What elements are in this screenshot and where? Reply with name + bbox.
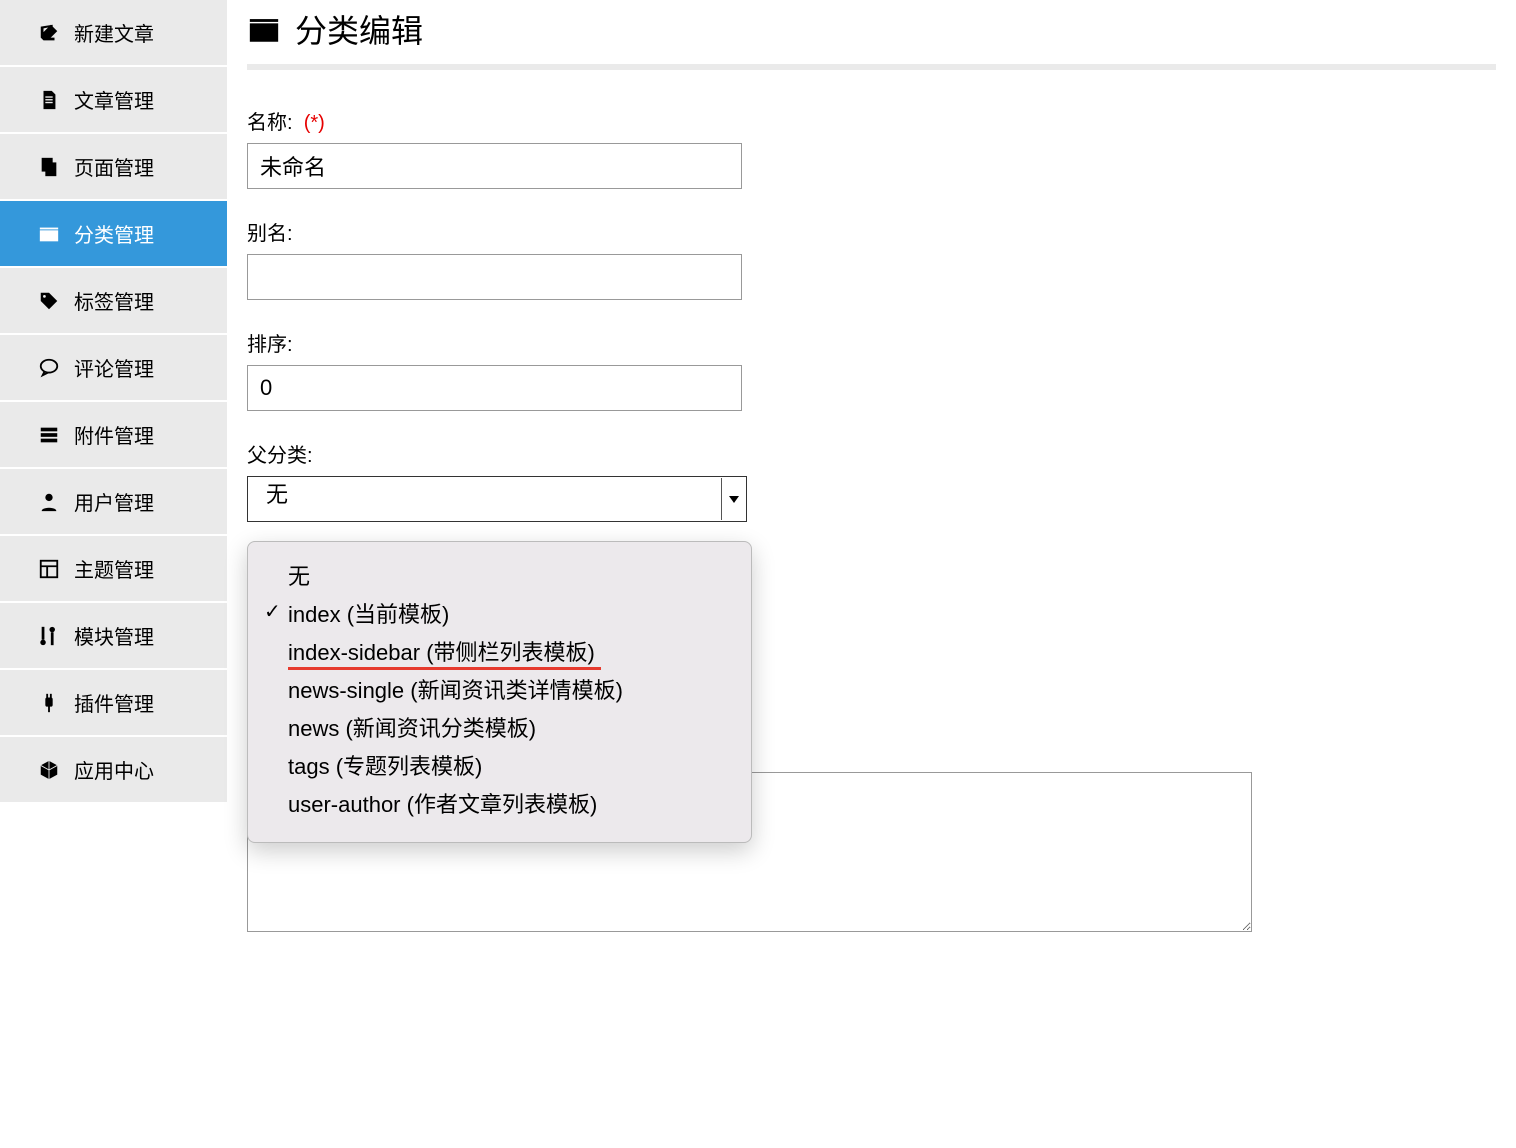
dropdown-option-label: index (当前模板): [288, 602, 449, 627]
dropdown-option[interactable]: tags (专题列表模板): [248, 746, 751, 784]
sidebar-item-themes[interactable]: 主题管理: [0, 536, 227, 603]
copy-icon: [38, 156, 60, 178]
parent-select[interactable]: 无: [247, 476, 747, 522]
page-header: 分类编辑: [247, 6, 1496, 52]
key-icon: [38, 625, 60, 647]
tag-icon: [38, 290, 60, 312]
header-divider: [247, 64, 1496, 70]
field-parent-row: 父分类: 无: [247, 439, 1496, 522]
sidebar-item-plugins[interactable]: 插件管理: [0, 670, 227, 737]
main-content: 分类编辑 名称: (*) 别名: 排序: 父分类: 无: [227, 0, 1516, 957]
dropdown-option-label: index-sidebar (带侧栏列表模板): [288, 640, 595, 665]
doc-icon: [38, 89, 60, 111]
sidebar-item-label: 插件管理: [74, 688, 154, 717]
sidebar-item-label: 评论管理: [74, 353, 154, 382]
sidebar-item-label: 分类管理: [74, 219, 154, 248]
sidebar-item-new-post[interactable]: 新建文章: [0, 0, 227, 67]
name-input[interactable]: [247, 143, 742, 189]
sidebar-item-label: 用户管理: [74, 487, 154, 516]
dropdown-option[interactable]: 无: [248, 556, 751, 594]
sidebar-item-attachments[interactable]: 附件管理: [0, 402, 227, 469]
sort-input[interactable]: [247, 365, 742, 411]
sidebar-item-label: 主题管理: [74, 554, 154, 583]
sidebar-item-modules[interactable]: 模块管理: [0, 603, 227, 670]
page-title: 分类编辑: [295, 6, 423, 52]
dropdown-option-label: news (新闻资讯分类模板): [288, 716, 536, 741]
alias-input[interactable]: [247, 254, 742, 300]
sidebar-item-categories[interactable]: 分类管理: [0, 201, 227, 268]
server-icon: [38, 424, 60, 446]
dropdown-option[interactable]: user-author (作者文章列表模板): [248, 784, 751, 822]
comment-icon: [38, 357, 60, 379]
user-icon: [38, 491, 60, 513]
sidebar-item-comments[interactable]: 评论管理: [0, 335, 227, 402]
sidebar-item-label: 模块管理: [74, 621, 154, 650]
dropdown-option-label: news-single (新闻资讯类详情模板): [288, 678, 623, 703]
parent-label: 父分类:: [247, 439, 1496, 468]
sidebar-item-label: 标签管理: [74, 286, 154, 315]
alias-label: 别名:: [247, 217, 1496, 246]
required-mark: (*): [304, 112, 325, 134]
dropdown-option[interactable]: news (新闻资讯分类模板): [248, 708, 751, 746]
edit-icon: [38, 22, 60, 44]
sidebar-item-label: 附件管理: [74, 420, 154, 449]
sidebar-item-posts[interactable]: 文章管理: [0, 67, 227, 134]
sidebar-item-tags[interactable]: 标签管理: [0, 268, 227, 335]
check-icon: ✓: [264, 599, 281, 624]
sidebar-item-pages[interactable]: 页面管理: [0, 134, 227, 201]
sort-label: 排序:: [247, 328, 1496, 357]
sidebar: 新建文章文章管理页面管理分类管理标签管理评论管理附件管理用户管理主题管理模块管理…: [0, 0, 227, 957]
field-name-row: 名称: (*): [247, 106, 1496, 189]
dropdown-option[interactable]: ✓ index (当前模板): [248, 594, 751, 632]
dropdown-option-label: 无: [288, 564, 310, 589]
sidebar-item-label: 文章管理: [74, 85, 154, 114]
name-label: 名称: (*): [247, 106, 1496, 135]
dropdown-option[interactable]: news-single (新闻资讯类详情模板): [248, 670, 751, 708]
folder-icon: [38, 223, 60, 245]
layout-icon: [38, 558, 60, 580]
folder-icon: [247, 12, 281, 46]
field-alias-row: 别名:: [247, 217, 1496, 300]
sidebar-item-label: 新建文章: [74, 18, 154, 47]
dropdown-option-label: user-author (作者文章列表模板): [288, 792, 597, 817]
cube-icon: [38, 759, 60, 781]
plug-icon: [38, 692, 60, 714]
dropdown-option[interactable]: index-sidebar (带侧栏列表模板): [248, 632, 751, 670]
sidebar-item-label: 页面管理: [74, 152, 154, 181]
sidebar-item-label: 应用中心: [74, 755, 154, 784]
sidebar-item-apps[interactable]: 应用中心: [0, 737, 227, 804]
template-dropdown: 无 ✓ index (当前模板) index-sidebar (带侧栏列表模板) new…: [247, 541, 752, 843]
dropdown-option-label: tags (专题列表模板): [288, 754, 482, 779]
sidebar-item-users[interactable]: 用户管理: [0, 469, 227, 536]
field-sort-row: 排序:: [247, 328, 1496, 411]
